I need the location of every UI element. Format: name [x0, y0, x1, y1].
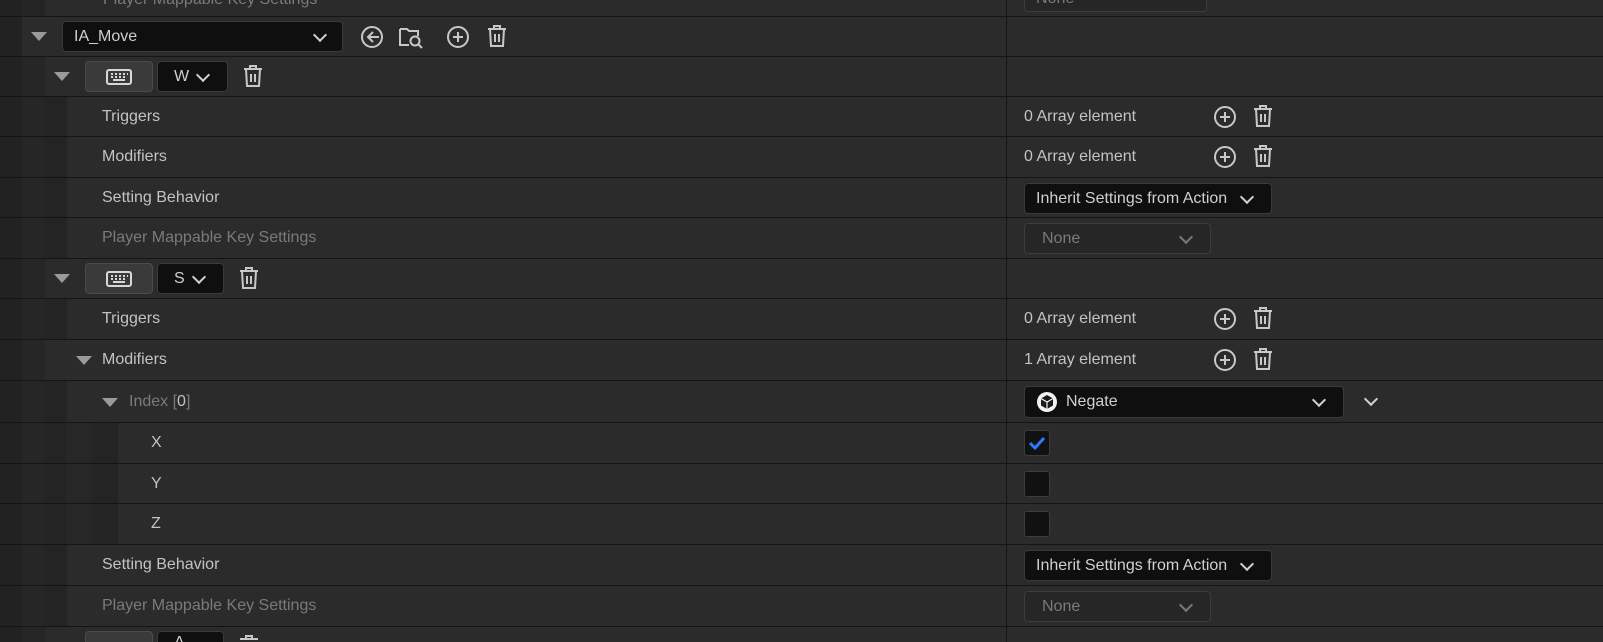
array-index-row: Index [0] Negate	[0, 381, 1603, 423]
expand-triangle-icon[interactable]	[31, 32, 47, 41]
setting-behavior-dropdown[interactable]: Inherit Settings from Action	[1024, 183, 1272, 214]
keyboard-icon	[106, 270, 132, 287]
key-value: W	[174, 67, 190, 85]
axis-row-x: X	[0, 423, 1603, 464]
plus-circle-icon[interactable]	[1213, 307, 1237, 331]
key-value: S	[174, 269, 185, 287]
plus-circle-icon[interactable]	[1213, 348, 1237, 372]
property-row-triggers: Triggers 0 Array element	[0, 97, 1603, 137]
folder-search-icon[interactable]	[398, 24, 424, 50]
chevron-down-icon	[193, 273, 205, 285]
trash-icon[interactable]	[485, 24, 509, 48]
property-row-player-mappable: Player Mappable Key Settings None	[0, 586, 1603, 627]
property-row-modifiers: Modifiers 1 Array element	[0, 340, 1603, 381]
array-count: 0 Array element	[1024, 310, 1137, 327]
property-label: Modifiers	[102, 148, 167, 165]
array-count: 1 Array element	[1024, 351, 1137, 368]
player-mappable-dropdown[interactable]: None	[1024, 223, 1211, 254]
checkmark-icon	[1028, 436, 1046, 451]
player-mappable-dropdown[interactable]: None	[1024, 591, 1211, 622]
property-row-modifiers: Modifiers 0 Array element	[0, 137, 1603, 178]
property-label: Player Mappable Key Settings	[102, 597, 317, 614]
trash-icon[interactable]	[237, 266, 261, 290]
index-label: Index [0]	[129, 393, 191, 410]
axis-checkbox-x[interactable]	[1024, 430, 1050, 456]
property-label: Setting Behavior	[102, 556, 220, 573]
property-row-player-mappable-top: Player Mappable Key Settings None	[0, 0, 1603, 17]
input-action-dropdown[interactable]: IA_Move	[62, 21, 343, 52]
array-count: 0 Array element	[1024, 108, 1137, 125]
property-label: Setting Behavior	[102, 189, 220, 206]
keyboard-key-selector-button[interactable]	[85, 631, 153, 642]
chevron-down-icon	[314, 31, 326, 43]
key-mapping-row-w: W	[0, 57, 1603, 97]
chevron-down-icon	[197, 71, 209, 83]
plus-circle-icon[interactable]	[1213, 145, 1237, 169]
expand-triangle-icon[interactable]	[76, 356, 92, 365]
property-label: Player Mappable Key Settings	[103, 0, 317, 9]
axis-label: Y	[151, 475, 162, 492]
axis-row-z: Z	[0, 504, 1603, 545]
player-mappable-dropdown[interactable]: None	[1024, 0, 1207, 12]
chevron-down-icon	[1241, 193, 1253, 205]
expand-triangle-icon[interactable]	[54, 274, 70, 283]
axis-label: Z	[151, 515, 161, 532]
chevron-down-icon	[1180, 233, 1192, 245]
key-value: A	[174, 633, 185, 642]
chevron-down-icon	[1180, 601, 1192, 613]
axis-checkbox-y[interactable]	[1024, 471, 1050, 497]
modifier-class-dropdown[interactable]: Negate	[1024, 386, 1344, 418]
key-mapping-row-s: S	[0, 259, 1603, 299]
array-count: 0 Array element	[1024, 148, 1137, 165]
key-dropdown[interactable]: A	[157, 631, 224, 642]
keyboard-key-selector-button[interactable]	[85, 61, 153, 92]
keyboard-icon	[106, 68, 132, 85]
options-chevron-down-icon[interactable]	[1365, 395, 1377, 407]
key-mapping-row-partial: A	[0, 627, 1603, 642]
property-row-triggers: Triggers 0 Array element	[0, 299, 1603, 340]
trash-icon[interactable]	[1251, 144, 1275, 168]
axis-row-y: Y	[0, 464, 1603, 504]
expand-triangle-icon[interactable]	[54, 72, 70, 81]
property-row-player-mappable: Player Mappable Key Settings None	[0, 218, 1603, 259]
plus-circle-icon[interactable]	[446, 25, 470, 49]
keyboard-key-selector-button[interactable]	[85, 263, 153, 294]
trash-icon[interactable]	[1251, 104, 1275, 128]
arrow-left-circle-icon[interactable]	[360, 25, 384, 49]
trash-icon[interactable]	[1251, 306, 1275, 330]
chevron-down-icon	[1313, 396, 1325, 408]
cube-icon	[1037, 392, 1057, 412]
trash-icon[interactable]	[1251, 347, 1275, 371]
action-mapping-header: IA_Move	[0, 17, 1603, 57]
chevron-down-icon	[1241, 560, 1253, 572]
axis-checkbox-z[interactable]	[1024, 511, 1050, 537]
key-dropdown[interactable]: W	[157, 61, 228, 92]
property-row-setting-behavior: Setting Behavior Inherit Settings from A…	[0, 545, 1603, 586]
trash-icon[interactable]	[241, 64, 265, 88]
key-dropdown[interactable]: S	[157, 263, 224, 294]
trash-icon[interactable]	[237, 634, 261, 642]
setting-behavior-dropdown[interactable]: Inherit Settings from Action	[1024, 550, 1272, 581]
property-label: Triggers	[102, 310, 161, 327]
input-action-name: IA_Move	[74, 27, 138, 45]
axis-label: X	[151, 434, 162, 451]
expand-triangle-icon[interactable]	[102, 398, 118, 407]
property-label: Player Mappable Key Settings	[102, 229, 317, 246]
property-label: Modifiers	[102, 351, 167, 368]
property-label: Triggers	[102, 108, 161, 125]
plus-circle-icon[interactable]	[1213, 105, 1237, 129]
property-row-setting-behavior: Setting Behavior Inherit Settings from A…	[0, 178, 1603, 218]
